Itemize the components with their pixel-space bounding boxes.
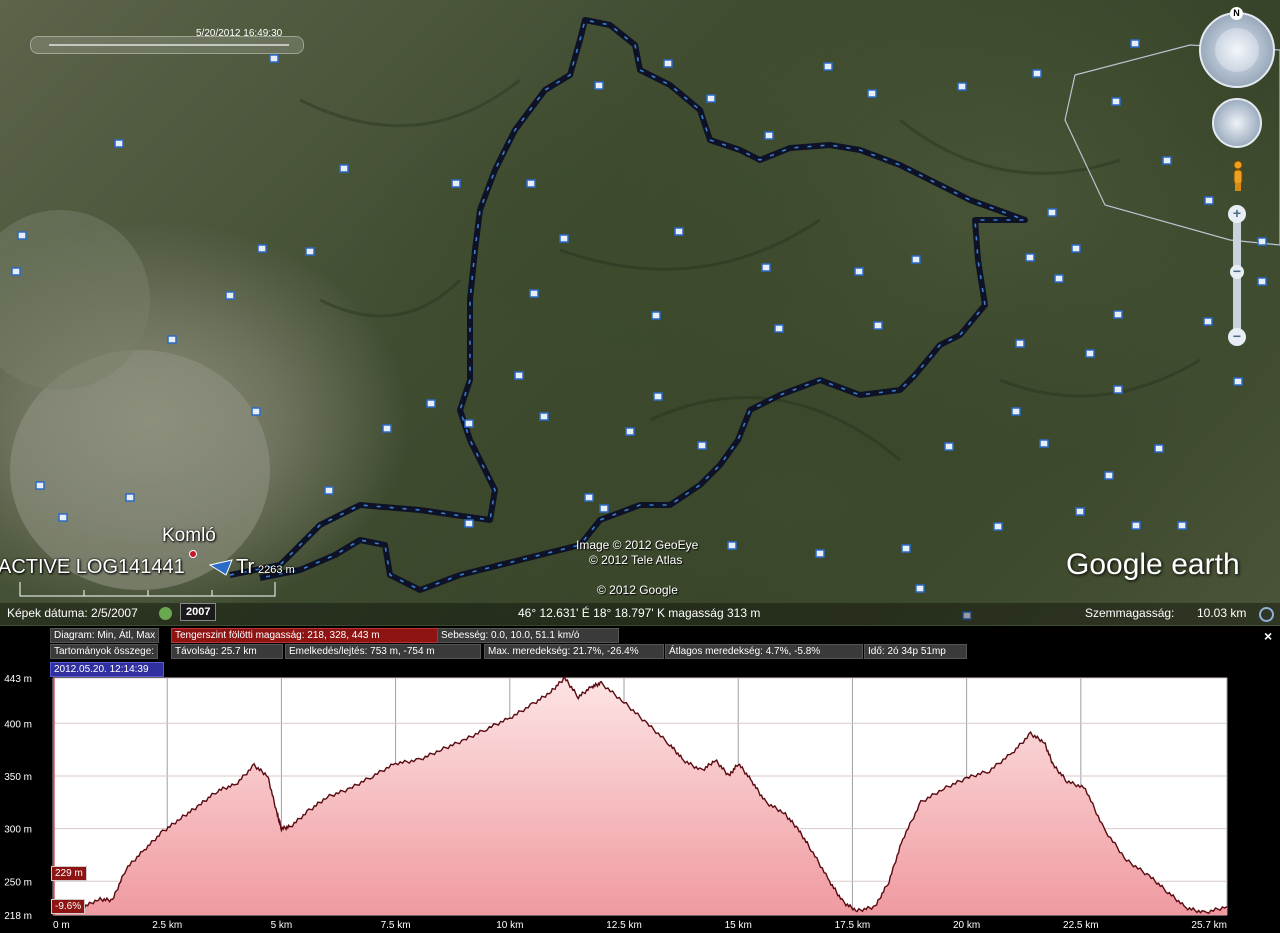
x-tick-label: 15 km bbox=[725, 920, 752, 931]
eye-icon bbox=[1215, 28, 1259, 72]
historical-imagery-clock-icon[interactable] bbox=[159, 607, 172, 620]
time-slider-label: 5/20/2012 16:49:30 bbox=[196, 28, 283, 39]
imagery-year-badge[interactable]: 2007 bbox=[180, 603, 217, 621]
x-tick-label: 10 km bbox=[496, 920, 523, 931]
y-tick-label: 218 m bbox=[4, 911, 32, 922]
google-earth-logo: Google earth bbox=[1066, 548, 1240, 581]
track-distance-label: 2263 m bbox=[258, 564, 295, 576]
look-navigation-control[interactable] bbox=[1199, 12, 1275, 88]
north-indicator[interactable]: N bbox=[1230, 7, 1243, 20]
move-navigation-control[interactable] bbox=[1212, 98, 1262, 148]
x-tick-label: 22.5 km bbox=[1063, 920, 1099, 931]
x-tick-label: 0 m bbox=[53, 920, 70, 931]
x-tick-label: 20 km bbox=[953, 920, 980, 931]
x-tick-label: 17.5 km bbox=[835, 920, 871, 931]
track-label-suffix: Tr bbox=[236, 556, 255, 578]
y-tick-label: 300 m bbox=[4, 825, 32, 836]
gps-track bbox=[229, 17, 1028, 593]
x-tick-label: 7.5 km bbox=[381, 920, 411, 931]
y-tick-label: 400 m bbox=[4, 719, 32, 730]
cursor-slope-tag: -9.6% bbox=[51, 899, 86, 914]
cursor-coordinates: 46° 12.631' É 18° 18.797' K magasság 313… bbox=[518, 606, 761, 620]
eye-altitude-label: Szemmagasság: bbox=[1085, 606, 1175, 620]
copyright-google: © 2012 Google bbox=[597, 583, 678, 597]
x-tick-label: 5 km bbox=[271, 920, 293, 931]
streaming-indicator-icon bbox=[1259, 607, 1274, 622]
track-name-label[interactable]: ACTIVE LOG141441 bbox=[0, 556, 185, 579]
zoom-out-button[interactable]: − bbox=[1228, 328, 1246, 346]
place-label-komlo[interactable]: Komló bbox=[162, 525, 216, 547]
x-tick-label: 2.5 km bbox=[152, 920, 182, 931]
elevation-chart[interactable]: 443 m 400 m 350 m 300 m 250 m 218 m 0 m 2.5 km 5… bbox=[0, 626, 1280, 933]
zoom-in-button[interactable]: + bbox=[1228, 205, 1246, 223]
zoom-slider-thumb[interactable]: − bbox=[1230, 264, 1244, 279]
imagery-date: Képek dátuma: 2/5/2007 bbox=[7, 606, 138, 620]
y-tick-label: 250 m bbox=[4, 877, 32, 888]
eye-altitude-value: 10.03 km bbox=[1197, 606, 1247, 620]
y-tick-label: 350 m bbox=[4, 772, 32, 783]
street-view-pegman-icon[interactable] bbox=[1231, 160, 1245, 192]
image-credit-teleatlas: © 2012 Tele Atlas bbox=[589, 553, 683, 567]
cursor-elevation-tag: 229 m bbox=[51, 866, 87, 881]
image-credit-geoeye: Image © 2012 GeoEye bbox=[576, 538, 699, 552]
x-tick-label: 25.7 km bbox=[1191, 920, 1227, 931]
y-tick-label: 443 m bbox=[4, 674, 32, 685]
x-tick-label: 12.5 km bbox=[606, 920, 642, 931]
map-view[interactable]: 5/20/2012 16:49:30 N + − − Komló ACTIVE … bbox=[0, 0, 1280, 626]
